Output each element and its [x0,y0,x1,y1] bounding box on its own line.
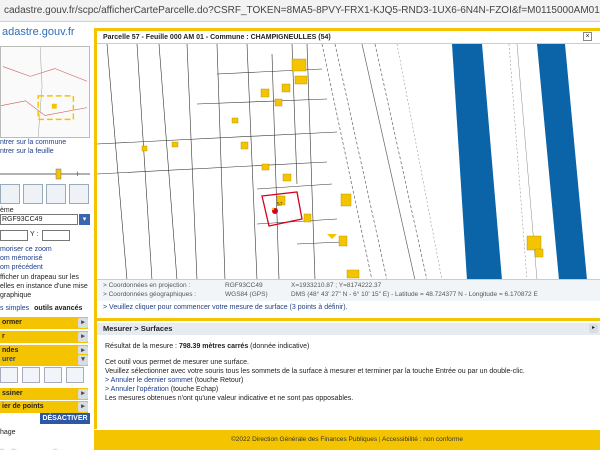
chevron-right-icon[interactable]: ▸ [78,402,88,412]
flag-option-line3: graphique [0,292,32,299]
footer-accessibility[interactable]: Accessibilité : non conforme [382,436,463,443]
pan-tool-icon[interactable] [0,184,20,204]
undo-last-vertex-link[interactable]: > Annuler le dernier sommet [105,377,193,384]
site-logo[interactable]: adastre.gouv.fr [0,26,94,42]
flag-option-line1[interactable]: fficher un drapeau sur les [0,274,79,281]
measure-result-prefix: Résultat de la mesure : [105,343,177,350]
footer-copyright[interactable]: ©2022 Direction Générale des Finances Pu… [231,436,377,443]
close-icon[interactable]: × [583,32,592,41]
panel-mesurer[interactable]: urer ▾ [0,354,88,366]
tool-tabs: s simples outils avancés [0,305,94,315]
measure-result-note: (donnée indicative) [250,343,310,350]
url-text[interactable]: cadastre.gouv.fr/scpc/afficherCarteParce… [4,5,600,16]
panel-legendes-label: ndes [2,347,19,354]
measure-surface-icon[interactable] [22,367,40,383]
y-coordinate-input[interactable] [42,230,70,241]
measure-line2: Veuillez sélectionner avec votre souris … [105,368,525,375]
x-coordinate-input[interactable] [0,230,28,241]
map-title: Parcelle 57 - Feuille 000 AM 01 - Commun… [97,31,600,44]
coords-geo-label: > Coordonnées géographiques : [103,291,197,298]
chevron-right-icon[interactable]: ▸ [589,324,598,333]
measure-circle-icon[interactable] [44,367,62,383]
parcel-number-label: 57 [277,202,283,208]
projection-label: ème [0,207,14,214]
chevron-right-icon[interactable]: ▸ [78,332,88,342]
tab-advanced-tools[interactable]: outils avancés [34,305,82,312]
undo-key-hint: (touche Retour) [194,377,244,384]
left-sidebar: adastre.gouv.fr ntrer sur la commune ntr… [0,22,94,450]
coords-projection-row: > Coordonnées en projection : RGF93CC49 … [103,282,381,289]
affichage-label: hage [0,429,16,436]
cadastral-map[interactable]: 57 [97,44,600,280]
svg-text:+: + [75,169,80,179]
panel-r-label: r [2,333,5,340]
coords-geo-system: WGS84 (GPS) [225,291,268,298]
link-center-commune[interactable]: ntrer sur la commune [0,139,66,146]
navigation-tools [0,184,90,206]
cancel-row: > Annuler l'opération (touche Echap) [105,386,218,393]
coordinates-panel: > Coordonnées en projection : RGF93CC49 … [97,279,600,301]
coords-geo-value: DMS (48° 43' 27" N - 6° 10' 15" E) - Lat… [291,291,538,298]
tab-simple-tools[interactable]: s simples [0,305,29,312]
panel-fichier-points[interactable]: ier de points ▸ [0,401,88,413]
coords-projection-label: > Coordonnées en projection : [103,282,191,289]
zoom-out-tool-icon[interactable] [69,184,89,204]
measure-hint: > Veuillez cliquer pour commencer votre … [103,304,348,311]
link-zoom-memorise[interactable]: om mémorisé [0,255,42,262]
coords-geo-row: > Coordonnées géographiques : WGS84 (GPS… [103,291,538,298]
overview-minimap[interactable] [0,46,90,138]
panel-fichier-points-label: ier de points [2,403,44,410]
measure-result-value: 798.39 mètres carrés [178,343,249,350]
panel-r[interactable]: r ▸ [0,331,88,343]
link-memoriser-zoom[interactable]: moriser ce zoom [0,246,52,253]
zoom-slider[interactable]: + [0,165,90,183]
link-zoom-precedent[interactable]: om précédent [0,264,43,271]
panel-dessiner-label: ssiner [2,390,23,397]
panel-dessiner[interactable]: ssiner ▸ [0,388,88,400]
zoom-in-tool-icon[interactable] [46,184,66,204]
chevron-right-icon[interactable]: ▸ [78,318,88,328]
link-center-feuille[interactable]: ntrer sur la feuille [0,148,54,155]
chevron-down-icon[interactable]: ▾ [78,355,88,365]
measure-distance-icon[interactable] [0,367,18,383]
measure-tools [0,367,90,385]
measure-clear-icon[interactable] [66,367,84,383]
browser-url-bar[interactable]: cadastre.gouv.fr/scpc/afficherCarteParce… [0,0,600,22]
coords-projection-system: RGF93CC49 [225,282,263,289]
panel-transformer-label: ormer [2,319,22,326]
measure-result: Résultat de la mesure : 798.39 mètres ca… [105,343,309,350]
flag-option-line2: elles en instance d'une mise [0,283,88,290]
desactiver-button[interactable]: DÉSACTIVER [40,413,90,424]
move-tool-icon[interactable] [23,184,43,204]
chevron-right-icon[interactable]: ▸ [78,389,88,399]
coords-projection-value: X=1933210.87 ; Y=8174222.37 [291,282,382,289]
measure-note: Les mesures obtenues n'ont qu'une valeur… [105,395,354,402]
cancel-operation-link[interactable]: > Annuler l'opération [105,386,169,393]
chevron-down-icon[interactable]: ▾ [79,214,90,225]
footer: ©2022 Direction Générale des Finances Pu… [94,430,600,450]
cancel-key-hint: (touche Echap) [170,386,219,393]
projection-select[interactable]: RGF93CC49 [0,214,78,225]
panel-transformer[interactable]: ormer ▸ [0,317,88,329]
measure-panel: Mesurer > Surfaces ▸ Résultat de la mesu… [94,321,600,429]
measure-panel-title: Mesurer > Surfaces [97,323,600,335]
panel-mesurer-label: urer [2,356,16,363]
map-frame: Parcelle 57 - Feuille 000 AM 01 - Commun… [94,28,600,321]
y-label: Y : [30,231,39,238]
undo-row: > Annuler le dernier sommet (touche Reto… [105,377,243,384]
measure-line1: Cet outil vous permet de mesurer une sur… [105,359,249,366]
